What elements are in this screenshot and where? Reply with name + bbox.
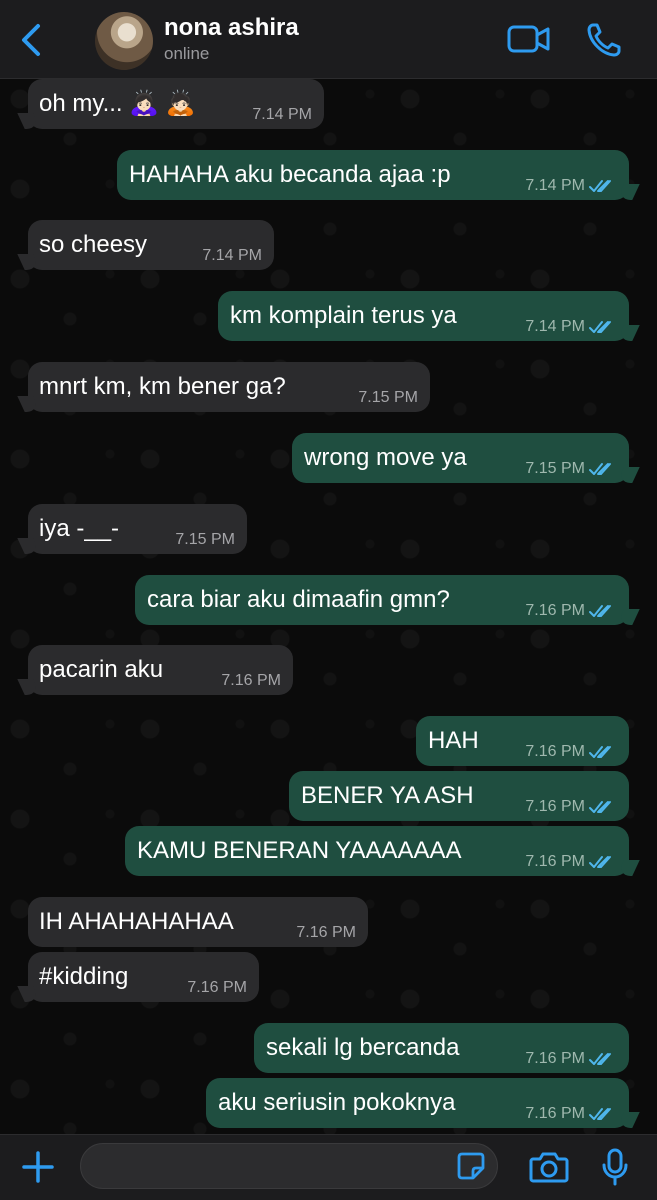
message-text: oh my... 🙇🏻‍♀️ 🙇🏻 (39, 90, 196, 117)
outgoing-message[interactable]: aku seriusin pokoknya 7.16 PM (206, 1078, 629, 1128)
message-time: 7.16 PM (525, 602, 585, 619)
voice-call-button[interactable] (584, 20, 624, 60)
incoming-message[interactable]: iya -__- 7.15 PM (28, 504, 247, 554)
incoming-message[interactable]: #kidding 7.16 PM (28, 952, 259, 1002)
outgoing-message[interactable]: HAHAHA aku becanda ajaa :p 7.14 PM (117, 150, 629, 200)
message-timestamp: 7.16 PM (525, 742, 615, 762)
message-timestamp: 7.16 PM (525, 797, 615, 817)
back-button[interactable] (14, 20, 48, 60)
message-timestamp: 7.16 PM (525, 1049, 615, 1069)
incoming-message[interactable]: so cheesy 7.14 PM (28, 220, 274, 270)
message-text: mnrt km, km bener ga? (39, 373, 286, 400)
message-timestamp: 7.14 PM (202, 246, 262, 266)
chat-header: nona ashira online (0, 0, 657, 79)
message-text: iya -__- (39, 515, 120, 542)
message-timestamp: 7.16 PM (187, 978, 247, 998)
message-text: KAMU BENERAN YAAAAAAA (137, 837, 462, 864)
message-time: 7.14 PM (252, 106, 312, 123)
microphone-button[interactable] (600, 1147, 630, 1187)
read-receipt-icon (585, 1050, 615, 1067)
phone-icon (587, 23, 621, 57)
outgoing-message[interactable]: HAH 7.16 PM (416, 716, 629, 766)
message-timestamp: 7.15 PM (358, 388, 418, 408)
message-text: cara biar aku dimaafin gmn? (147, 586, 450, 613)
message-text: HAHAHA aku becanda ajaa :p (129, 161, 451, 188)
outgoing-message[interactable]: wrong move ya 7.15 PM (292, 433, 629, 483)
message-text: aku seriusin pokoknya (218, 1089, 456, 1116)
message-timestamp: 7.16 PM (525, 1104, 615, 1124)
message-input[interactable] (80, 1143, 498, 1189)
message-timestamp: 7.14 PM (525, 317, 615, 337)
read-receipt-icon (585, 798, 615, 815)
message-timestamp: 7.16 PM (525, 852, 615, 872)
message-text: #kidding (39, 963, 129, 990)
read-receipt-icon (585, 853, 615, 870)
outgoing-message[interactable]: sekali lg bercanda 7.16 PM (254, 1023, 629, 1073)
read-receipt-icon (585, 460, 615, 477)
message-list[interactable]: oh my... 🙇🏻‍♀️ 🙇🏻 7.14 PM HAHAHA aku becan… (0, 79, 657, 1134)
read-receipt-icon (585, 1105, 615, 1122)
read-receipt-icon (585, 177, 615, 194)
message-text: wrong move ya (304, 444, 467, 471)
message-text: HAH (428, 727, 479, 754)
incoming-message[interactable]: IH AHAHAHAHAA 7.16 PM (28, 897, 368, 947)
message-time: 7.16 PM (525, 1105, 585, 1122)
read-receipt-icon (585, 602, 615, 619)
message-text: IH AHAHAHAHAA (39, 908, 234, 935)
read-receipt-icon (585, 318, 615, 335)
message-timestamp: 7.15 PM (525, 459, 615, 479)
message-text: so cheesy (39, 231, 148, 258)
contact-name[interactable]: nona ashira (164, 14, 299, 42)
incoming-message[interactable]: pacarin aku 7.16 PM (28, 645, 293, 695)
message-time: 7.15 PM (358, 389, 418, 406)
video-camera-icon (507, 25, 550, 53)
composer-bar (0, 1134, 657, 1200)
message-text: km komplain terus ya (230, 302, 457, 329)
message-timestamp: 7.14 PM (252, 105, 312, 125)
read-receipt-icon (585, 743, 615, 760)
message-time: 7.16 PM (525, 853, 585, 870)
incoming-message[interactable]: oh my... 🙇🏻‍♀️ 🙇🏻 7.14 PM (28, 79, 324, 129)
message-time: 7.16 PM (525, 798, 585, 815)
message-text: BENER YA ASH (301, 782, 474, 809)
message-timestamp: 7.16 PM (525, 601, 615, 621)
message-text: sekali lg bercanda (266, 1034, 460, 1061)
message-timestamp: 7.16 PM (296, 923, 356, 943)
message-time: 7.14 PM (202, 247, 262, 264)
message-time: 7.15 PM (175, 531, 235, 548)
message-time: 7.16 PM (221, 672, 281, 689)
outgoing-message[interactable]: cara biar aku dimaafin gmn? 7.16 PM (135, 575, 629, 625)
outgoing-message[interactable]: KAMU BENERAN YAAAAAAA 7.16 PM (125, 826, 629, 876)
message-time: 7.14 PM (525, 177, 585, 194)
contact-status: online (164, 44, 210, 63)
message-time: 7.14 PM (525, 318, 585, 335)
plus-icon (22, 1151, 54, 1183)
message-timestamp: 7.15 PM (175, 530, 235, 550)
message-time: 7.16 PM (525, 743, 585, 760)
message-timestamp: 7.16 PM (221, 671, 281, 691)
message-timestamp: 7.14 PM (525, 176, 615, 196)
message-time: 7.16 PM (187, 979, 247, 996)
avatar[interactable] (95, 12, 153, 70)
chevron-left-icon (22, 24, 40, 56)
outgoing-message[interactable]: BENER YA ASH 7.16 PM (289, 771, 629, 821)
message-time: 7.16 PM (525, 1050, 585, 1067)
sticker-button[interactable] (456, 1151, 486, 1181)
incoming-message[interactable]: mnrt km, km bener ga? 7.15 PM (28, 362, 430, 412)
message-text: pacarin aku (39, 656, 164, 683)
microphone-icon (602, 1148, 628, 1186)
attach-button[interactable] (20, 1149, 56, 1185)
camera-button[interactable] (528, 1149, 570, 1185)
video-call-button[interactable] (506, 22, 552, 56)
outgoing-message[interactable]: km komplain terus ya 7.14 PM (218, 291, 629, 341)
camera-icon (529, 1152, 569, 1183)
sticker-icon (457, 1152, 485, 1180)
message-time: 7.15 PM (525, 460, 585, 477)
message-time: 7.16 PM (296, 924, 356, 941)
